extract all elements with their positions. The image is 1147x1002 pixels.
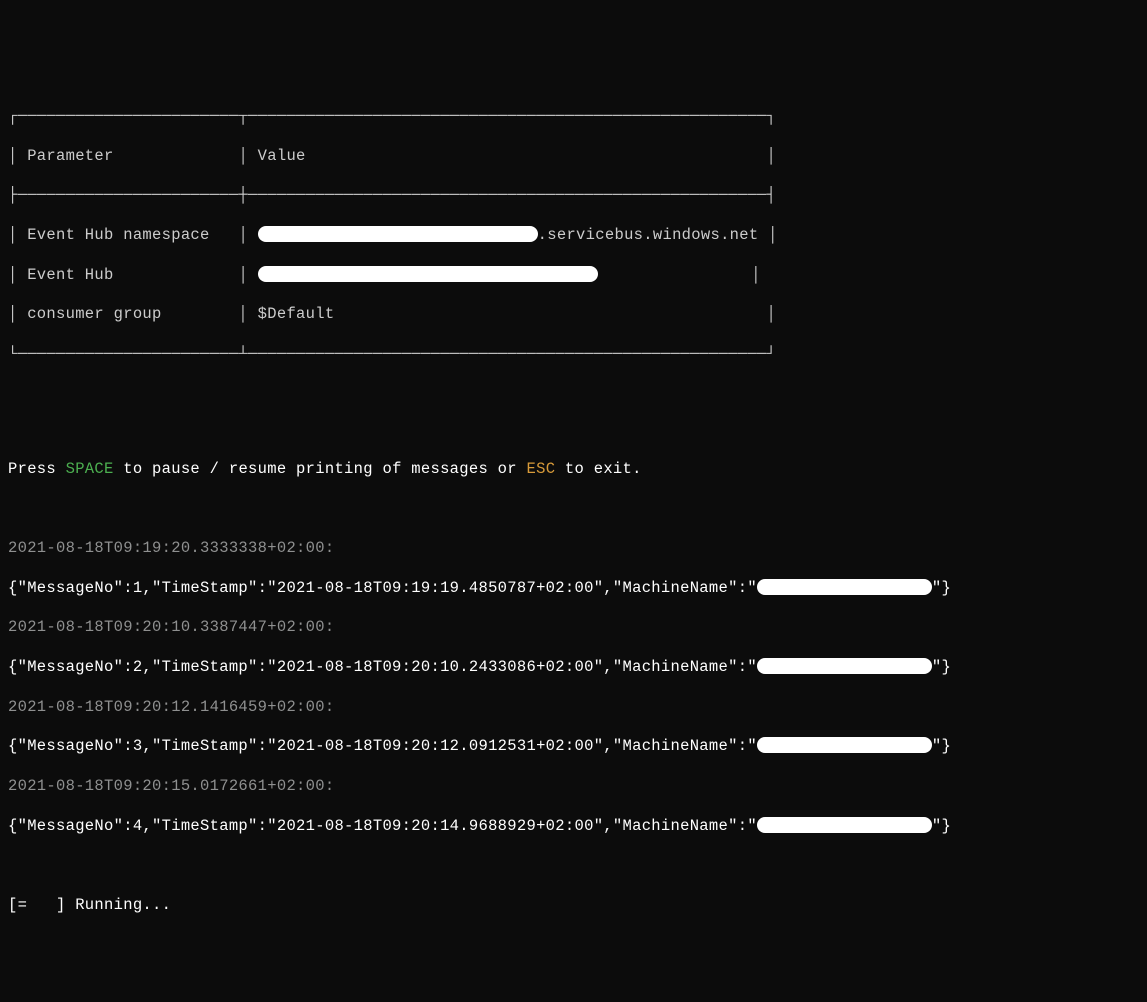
log-timestamp: 2021-08-18T09:19:20.3333338+02:00:	[8, 539, 1139, 559]
instruction-suffix: to exit.	[555, 460, 641, 478]
box-left: │	[8, 226, 27, 244]
row-cg: │ consumer group │ $Default │	[8, 305, 1139, 325]
redacted-machine	[757, 737, 932, 753]
box-right: │	[598, 266, 761, 284]
box-sep: │	[114, 266, 258, 284]
instruction-prefix: Press	[8, 460, 66, 478]
box-right: │	[306, 147, 776, 165]
log-timestamp: 2021-08-18T09:20:15.0172661+02:00:	[8, 777, 1139, 797]
redacted-machine	[757, 579, 932, 595]
redacted-value	[258, 226, 538, 242]
log-prefix: {"MessageNo":1,"TimeStamp":"2021-08-18T0…	[8, 579, 757, 597]
status-line: [= ] Running...	[8, 896, 1139, 916]
box-mid: ├───────────────────────┼───────────────…	[8, 186, 1139, 206]
log-suffix: "}	[932, 658, 951, 676]
log-timestamp: 2021-08-18T09:20:10.3387447+02:00:	[8, 618, 1139, 638]
key-space: SPACE	[66, 460, 114, 478]
log-prefix: {"MessageNo":4,"TimeStamp":"2021-08-18T0…	[8, 817, 757, 835]
param-name: Event Hub namespace	[27, 226, 209, 244]
box-right: │	[759, 226, 778, 244]
log-suffix: "}	[932, 817, 951, 835]
box-sep: │	[210, 226, 258, 244]
box-top: ┌───────────────────────┬───────────────…	[8, 107, 1139, 127]
box-left: │	[8, 147, 27, 165]
header-col-1: Parameter	[27, 147, 113, 165]
instruction-mid: to pause / resume printing of messages o…	[114, 460, 527, 478]
box-left: │	[8, 305, 27, 323]
status-text: Running...	[66, 896, 172, 914]
log-prefix: {"MessageNo":3,"TimeStamp":"2021-08-18T0…	[8, 737, 757, 755]
redacted-value	[258, 266, 598, 282]
param-name: consumer group	[27, 305, 161, 323]
log-suffix: "}	[932, 579, 951, 597]
log-suffix: "}	[932, 737, 951, 755]
param-value-suffix: .servicebus.windows.net	[538, 226, 759, 244]
log-timestamp: 2021-08-18T09:20:12.1416459+02:00:	[8, 698, 1139, 718]
log-message: {"MessageNo":4,"TimeStamp":"2021-08-18T0…	[8, 817, 1139, 837]
box-sep: │	[162, 305, 258, 323]
box-sep: │	[114, 147, 258, 165]
header-row: │ Parameter │ Value │	[8, 147, 1139, 167]
instruction-line: Press SPACE to pause / resume printing o…	[8, 460, 1139, 480]
redacted-machine	[757, 658, 932, 674]
box-left: │	[8, 266, 27, 284]
spinner-icon: [= ]	[8, 896, 66, 914]
redacted-machine	[757, 817, 932, 833]
box-bottom: └───────────────────────┴───────────────…	[8, 345, 1139, 365]
key-esc: ESC	[527, 460, 556, 478]
param-value: $Default	[258, 305, 335, 323]
log-message: {"MessageNo":2,"TimeStamp":"2021-08-18T0…	[8, 658, 1139, 678]
row-hub: │ Event Hub │ │	[8, 266, 1139, 286]
log-message: {"MessageNo":1,"TimeStamp":"2021-08-18T0…	[8, 579, 1139, 599]
header-col-2: Value	[258, 147, 306, 165]
box-right: │	[334, 305, 776, 323]
log-message: {"MessageNo":3,"TimeStamp":"2021-08-18T0…	[8, 737, 1139, 757]
row-ns: │ Event Hub namespace │ .servicebus.wind…	[8, 226, 1139, 246]
param-table: ┌───────────────────────┬───────────────…	[8, 87, 1139, 384]
param-name: Event Hub	[27, 266, 113, 284]
log-prefix: {"MessageNo":2,"TimeStamp":"2021-08-18T0…	[8, 658, 757, 676]
